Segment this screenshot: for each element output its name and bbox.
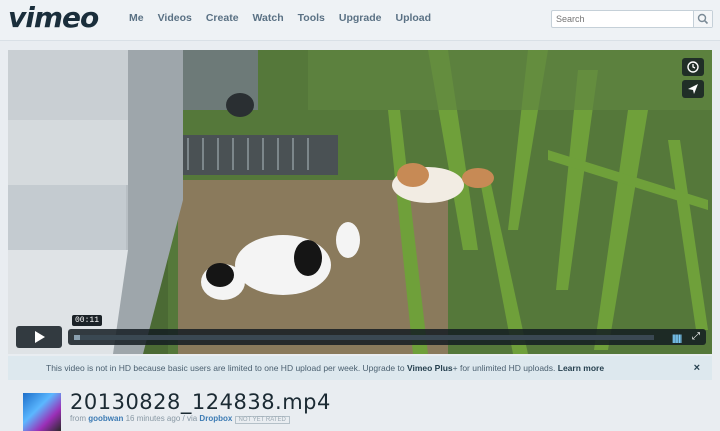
player-controls: |||||| ⤢ 00:11 <box>16 315 706 348</box>
avatar[interactable] <box>23 393 61 431</box>
hd-notice-banner: This video is not in HD because basic us… <box>8 356 712 380</box>
progress-track[interactable] <box>74 335 654 340</box>
search-icon <box>697 13 709 25</box>
nav-me[interactable]: Me <box>129 12 144 24</box>
nav-upgrade[interactable]: Upgrade <box>339 12 382 24</box>
close-icon[interactable]: × <box>694 356 700 380</box>
nav-create[interactable]: Create <box>206 12 239 24</box>
hd-icon[interactable]: |||||| <box>672 333 682 343</box>
play-button[interactable] <box>16 326 62 348</box>
notice-body-2: + for unlimited HD uploads. <box>452 363 558 373</box>
learn-more-link[interactable]: Learn more <box>558 363 604 373</box>
search-button[interactable] <box>693 11 712 27</box>
search-box <box>551 10 713 28</box>
vimeo-plus-link[interactable]: Vimeo Plus <box>407 363 453 373</box>
video-frame <box>8 50 712 354</box>
video-player[interactable]: |||||| ⤢ 00:11 <box>8 50 712 354</box>
progress-fill <box>74 335 80 340</box>
nav-videos[interactable]: Videos <box>158 12 192 24</box>
rating-badge: NOT YET RATED <box>234 416 290 424</box>
timecode: 00:11 <box>72 315 103 326</box>
clock-icon <box>687 61 699 73</box>
fullscreen-icon[interactable]: ⤢ <box>692 331 700 342</box>
watch-later-button[interactable] <box>682 58 704 76</box>
share-button[interactable] <box>682 80 704 98</box>
nav-upload[interactable]: Upload <box>395 12 431 24</box>
search-input[interactable] <box>552 11 698 27</box>
nav-watch[interactable]: Watch <box>253 12 284 24</box>
video-title: 20130828_124838.mp4 <box>70 390 331 414</box>
main-nav: Me Videos Create Watch Tools Upgrade Upl… <box>122 12 438 24</box>
notice-text: This video is not in HD because basic us… <box>46 356 604 380</box>
nav-tools[interactable]: Tools <box>298 12 325 24</box>
notice-body: This video is not in HD because basic us… <box>46 363 407 373</box>
progress-bar[interactable]: |||||| ⤢ <box>68 329 706 345</box>
vimeo-logo[interactable]: vimeo <box>8 2 99 34</box>
send-icon <box>688 84 698 94</box>
top-bar: vimeo Me Videos Create Watch Tools Upgra… <box>0 0 720 41</box>
